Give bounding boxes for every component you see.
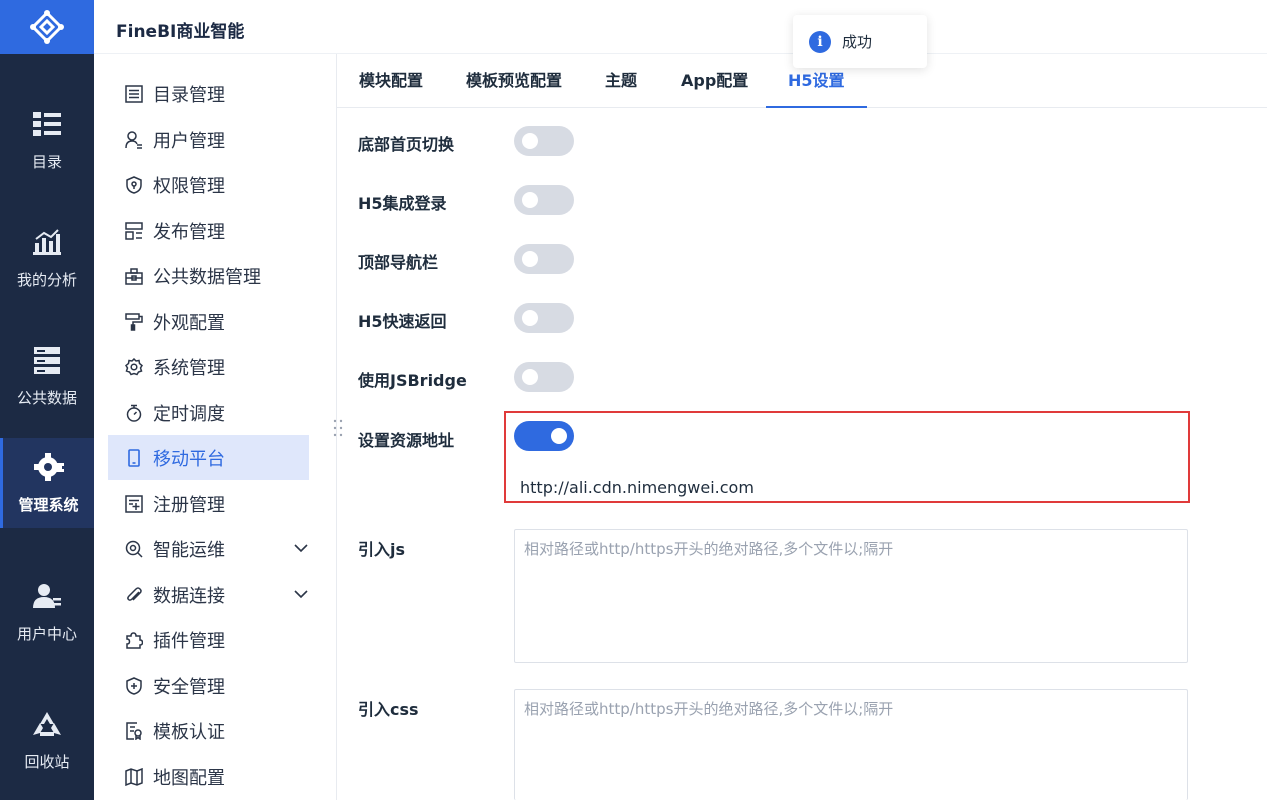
resource-address-toggle[interactable] — [514, 421, 574, 451]
chevron-down-icon[interactable] — [293, 586, 309, 602]
top-nav-bar-toggle[interactable] — [514, 244, 574, 274]
catalog-icon — [32, 109, 62, 139]
menu-item-mobile-platform[interactable]: 移动平台 — [108, 435, 309, 480]
tab-app-config[interactable]: App配置 — [659, 54, 770, 108]
menu-item-smart-ops[interactable]: 智能运维 — [108, 526, 309, 571]
shield-lock-icon — [124, 175, 144, 195]
puzzle-icon — [124, 630, 144, 650]
menu-item-map-config[interactable]: 地图配置 — [108, 754, 309, 799]
analysis-chart-icon — [32, 227, 62, 257]
user-center-icon — [32, 581, 62, 611]
menu-item-template-certification[interactable]: 模板认证 — [108, 708, 309, 753]
logo-icon — [30, 10, 64, 44]
import-css-label: 引入css — [358, 700, 419, 719]
shield-plus-icon — [124, 676, 144, 696]
info-icon: i — [809, 30, 831, 53]
top-bar: FineBI商业智能 — [94, 0, 1267, 54]
left-rail: 目录 我的分析 公共数据 管理系统 用户中心 回收站 — [0, 0, 94, 800]
menu-item-registration-management[interactable]: 注册管理 — [108, 481, 309, 526]
toggle-knob — [522, 251, 538, 267]
template-cert-icon — [124, 721, 144, 741]
resize-handle-icon[interactable] — [332, 418, 344, 438]
toggle-knob — [522, 133, 538, 149]
menu-item-user-management[interactable]: 用户管理 — [108, 117, 309, 162]
map-icon — [124, 767, 144, 787]
tab-theme[interactable]: 主题 — [583, 54, 659, 108]
use-jsbridge-toggle[interactable] — [514, 362, 574, 392]
briefcase-icon — [124, 266, 144, 286]
menu-item-system-management[interactable]: 系统管理 — [108, 344, 309, 389]
bottom-home-switch-toggle[interactable] — [514, 126, 574, 156]
management-menu: 目录管理 用户管理 权限管理 发布管理 公共数据管理 外观配置 系统管理 定时调… — [94, 54, 337, 800]
ops-icon — [124, 539, 144, 559]
menu-item-security-management[interactable]: 安全管理 — [108, 663, 309, 708]
mobile-icon — [124, 448, 144, 468]
chevron-down-icon[interactable] — [293, 540, 309, 556]
toast-text: 成功 — [842, 33, 873, 51]
database-icon — [32, 345, 62, 375]
stopwatch-icon — [124, 403, 144, 423]
menu-item-public-data-management[interactable]: 公共数据管理 — [108, 253, 309, 298]
menu-item-publish-management[interactable]: 发布管理 — [108, 208, 309, 253]
use-jsbridge-label: 使用JSBridge — [358, 371, 467, 390]
gear-icon — [124, 357, 144, 377]
h5-sso-login-label: H5集成登录 — [358, 194, 447, 213]
gear-icon — [33, 452, 64, 482]
recycle-icon — [32, 709, 62, 739]
app-title: FineBI商业智能 — [116, 22, 245, 42]
tab-module-config[interactable]: 模块配置 — [337, 54, 445, 108]
h5-quick-back-toggle[interactable] — [514, 303, 574, 333]
rail-item-management[interactable]: 管理系统 — [0, 438, 94, 528]
menu-item-catalog-management[interactable]: 目录管理 — [108, 71, 309, 116]
h5-quick-back-label: H5快速返回 — [358, 312, 447, 331]
import-js-input[interactable] — [514, 529, 1188, 663]
paint-roller-icon — [124, 312, 144, 332]
rail-item-my-analysis[interactable]: 我的分析 — [0, 212, 94, 304]
resource-address-label: 设置资源地址 — [358, 431, 455, 450]
resource-address-value[interactable]: http://ali.cdn.nimengwei.com — [520, 478, 754, 497]
menu-item-plugin-management[interactable]: 插件管理 — [108, 617, 309, 662]
app-logo[interactable] — [0, 0, 94, 54]
top-nav-bar-label: 顶部导航栏 — [358, 253, 439, 272]
paperclip-icon — [124, 585, 144, 605]
menu-item-permission-management[interactable]: 权限管理 — [108, 162, 309, 207]
rail-item-catalog[interactable]: 目录 — [0, 94, 94, 186]
toggle-knob — [551, 428, 567, 444]
toggle-knob — [522, 369, 538, 385]
list-icon — [124, 84, 144, 104]
menu-item-appearance-config[interactable]: 外观配置 — [108, 299, 309, 344]
toggle-knob — [522, 310, 538, 326]
rail-item-user-center[interactable]: 用户中心 — [0, 566, 94, 658]
rail-item-recycle-bin[interactable]: 回收站 — [0, 694, 94, 786]
h5-sso-login-toggle[interactable] — [514, 185, 574, 215]
menu-item-data-connection[interactable]: 数据连接 — [108, 572, 309, 617]
tab-template-preview-config[interactable]: 模板预览配置 — [444, 54, 584, 108]
bottom-home-switch-label: 底部首页切换 — [358, 135, 455, 154]
menu-item-scheduled-tasks[interactable]: 定时调度 — [108, 390, 309, 435]
publish-icon — [124, 221, 144, 241]
import-css-input[interactable] — [514, 689, 1188, 800]
rail-item-public-data[interactable]: 公共数据 — [0, 330, 94, 422]
toggle-knob — [522, 192, 538, 208]
import-js-label: 引入js — [358, 540, 406, 559]
register-icon — [124, 494, 144, 514]
success-toast: i 成功 — [793, 15, 927, 68]
user-icon — [124, 130, 144, 150]
